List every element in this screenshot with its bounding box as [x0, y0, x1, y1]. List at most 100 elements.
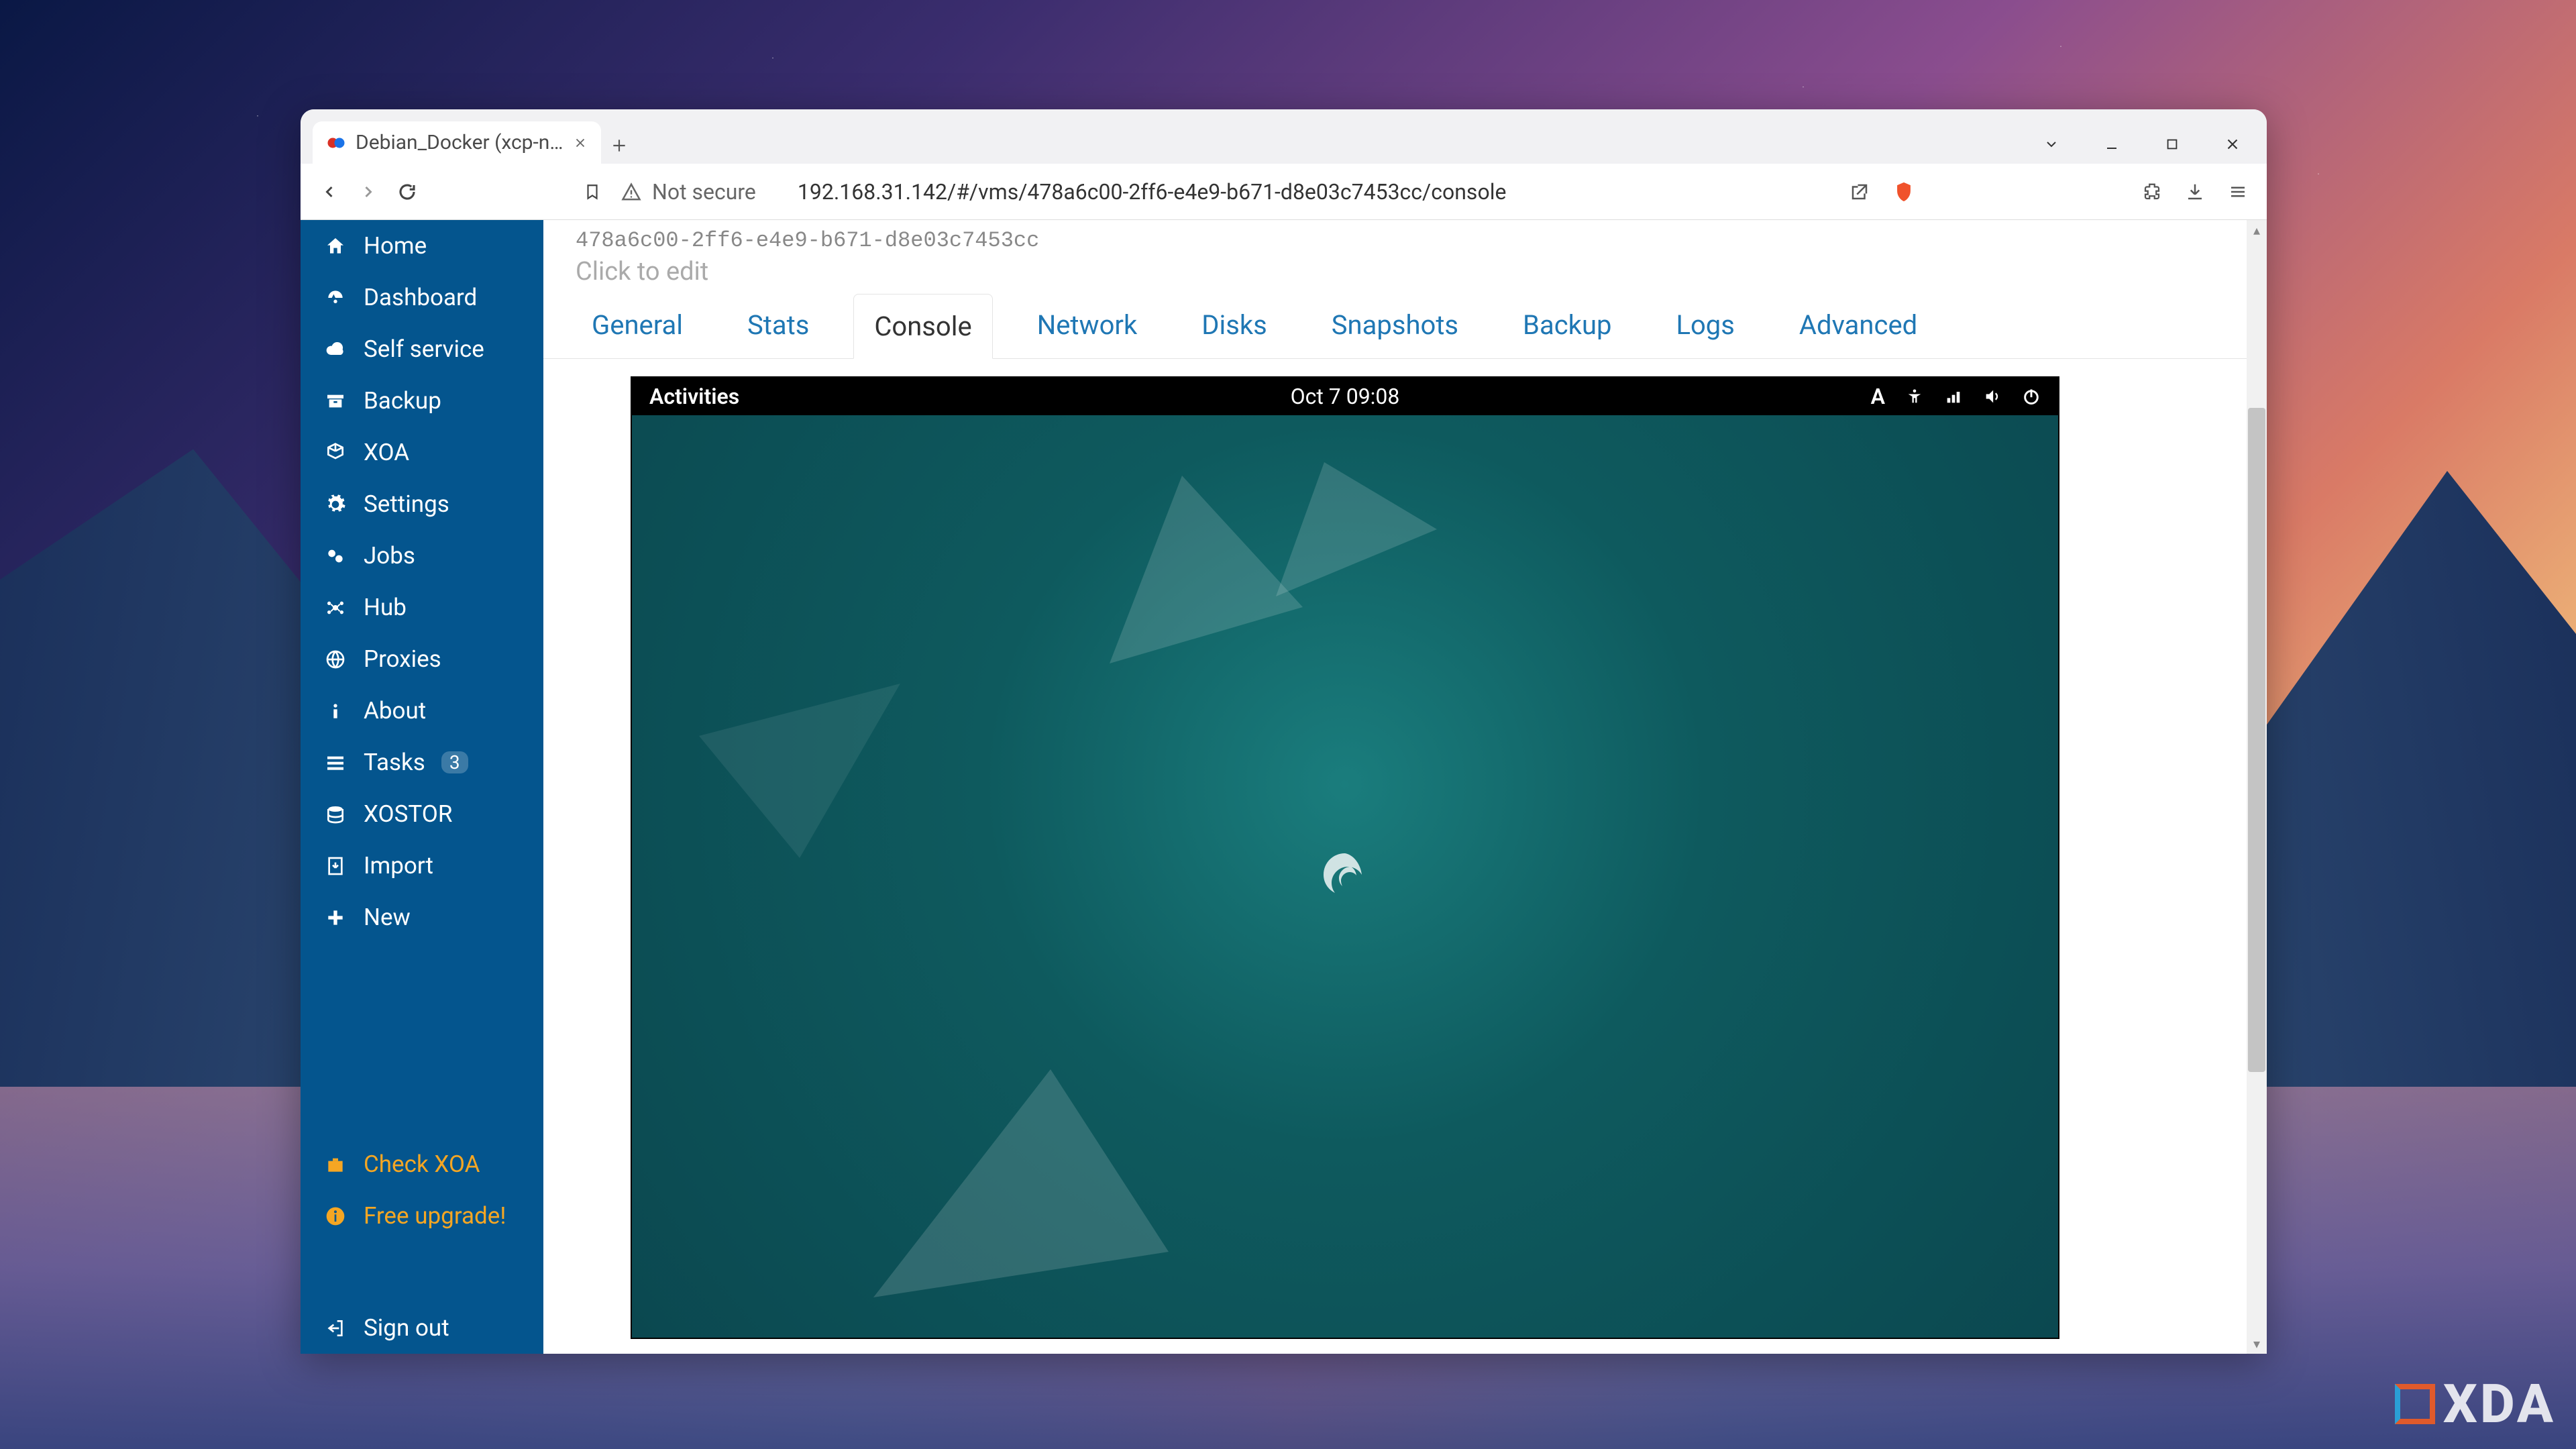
- downloads-icon[interactable]: [2185, 182, 2205, 202]
- maximize-icon[interactable]: [2162, 134, 2182, 154]
- sidebar-item-settings[interactable]: Settings: [301, 478, 543, 530]
- tab-advanced[interactable]: Advanced: [1779, 293, 1937, 358]
- console-wrap: Activities Oct 7 09:08 A: [543, 359, 2267, 1354]
- sidebar-item-label: Tasks: [364, 749, 425, 776]
- xda-logo-icon: [2395, 1384, 2435, 1424]
- cube-icon: [323, 442, 347, 464]
- sidebar-item-label: XOA: [364, 439, 409, 466]
- extensions-icon[interactable]: [2142, 182, 2162, 202]
- sidebar-item-jobs[interactable]: Jobs: [301, 530, 543, 582]
- tasks-icon: [323, 752, 347, 773]
- sidebar-item-label: Hub: [364, 594, 407, 621]
- brave-shield-icon[interactable]: [1892, 180, 1915, 203]
- info-icon: [323, 700, 347, 722]
- sidebar-item-label: Backup: [364, 387, 441, 415]
- desktop-wallpaper: Debian_Docker (xcp-ng-ckylhxs: [0, 0, 2576, 1449]
- sidebar-item-freeupgrade[interactable]: Free upgrade!: [301, 1190, 543, 1242]
- scrollbar-thumb[interactable]: [2248, 408, 2265, 1072]
- url-field[interactable]: Not secure 192.168.31.142/#/vms/478a6c00…: [621, 179, 1831, 205]
- tab-console[interactable]: Console: [853, 294, 992, 359]
- sidebar-item-signout[interactable]: Sign out: [301, 1302, 543, 1354]
- page-content: Home Dashboard Self service Backup XOA S…: [301, 220, 2267, 1354]
- sidebar-item-checkxoa[interactable]: Check XOA: [301, 1138, 543, 1190]
- xoa-sidebar: Home Dashboard Self service Backup XOA S…: [301, 220, 543, 1354]
- scrollbar[interactable]: ▴ ▾: [2247, 220, 2267, 1354]
- vm-tabs: General Stats Console Network Disks Snap…: [543, 293, 2267, 359]
- sidebar-item-selfservice[interactable]: Self service: [301, 323, 543, 375]
- bookmark-icon[interactable]: [582, 183, 602, 201]
- sidebar-item-label: Dashboard: [364, 284, 477, 311]
- tab-disks[interactable]: Disks: [1181, 293, 1287, 358]
- gnome-clock[interactable]: Oct 7 09:08: [1291, 384, 1400, 409]
- sidebar-item-xostor[interactable]: XOSTOR: [301, 788, 543, 840]
- network-icon[interactable]: [1944, 387, 1963, 406]
- home-icon: [323, 235, 347, 257]
- tab-favicon-icon: [326, 133, 346, 153]
- gear-icon: [323, 494, 347, 515]
- minimize-icon[interactable]: [2102, 134, 2122, 154]
- sidebar-item-import[interactable]: Import: [301, 840, 543, 892]
- new-tab-button[interactable]: [601, 127, 637, 164]
- close-window-icon[interactable]: [2222, 134, 2243, 154]
- keyboard-indicator[interactable]: A: [1871, 384, 1885, 409]
- briefcase-icon: [323, 1154, 347, 1175]
- sidebar-item-hub[interactable]: Hub: [301, 582, 543, 633]
- watermark-text: XDA: [2443, 1373, 2556, 1436]
- sidebar-item-xoa[interactable]: XOA: [301, 427, 543, 478]
- database-icon: [323, 804, 347, 825]
- volume-icon[interactable]: [1983, 387, 2002, 406]
- browser-titlebar: Debian_Docker (xcp-ng-ckylhxs: [301, 109, 2267, 164]
- sidebar-item-about[interactable]: About: [301, 685, 543, 737]
- share-icon[interactable]: [1849, 182, 1870, 202]
- forward-icon[interactable]: [358, 182, 378, 201]
- sidebar-item-proxies[interactable]: Proxies: [301, 633, 543, 685]
- sidebar-item-label: New: [364, 904, 411, 931]
- reload-icon[interactable]: [397, 182, 417, 202]
- info-filled-icon: [323, 1205, 347, 1227]
- sidebar-item-label: Import: [364, 852, 433, 879]
- dashboard-icon: [323, 287, 347, 309]
- browser-window: Debian_Docker (xcp-ng-ckylhxs: [301, 109, 2267, 1354]
- browser-addressbar: Not secure 192.168.31.142/#/vms/478a6c00…: [301, 164, 2267, 220]
- scroll-up-icon[interactable]: ▴: [2247, 220, 2267, 240]
- tab-logs[interactable]: Logs: [1656, 293, 1754, 358]
- sidebar-item-label: Check XOA: [364, 1150, 480, 1178]
- gnome-topbar: Activities Oct 7 09:08 A: [632, 378, 2058, 415]
- plus-icon: [323, 907, 347, 928]
- xda-watermark: XDA: [2395, 1373, 2556, 1436]
- tasks-badge: 3: [441, 751, 468, 773]
- import-icon: [323, 855, 347, 877]
- sidebar-item-dashboard[interactable]: Dashboard: [301, 272, 543, 323]
- tab-general[interactable]: General: [572, 293, 703, 358]
- vm-description[interactable]: Click to edit: [543, 253, 2267, 293]
- tab-network[interactable]: Network: [1017, 293, 1158, 358]
- back-icon[interactable]: [319, 182, 339, 201]
- tab-title: Debian_Docker (xcp-ng-ckylhxs: [356, 131, 564, 154]
- sidebar-item-label: Sign out: [364, 1314, 449, 1342]
- sidebar-item-label: Proxies: [364, 645, 441, 673]
- sidebar-item-backup[interactable]: Backup: [301, 375, 543, 427]
- sidebar-item-label: Jobs: [364, 542, 415, 570]
- sidebar-item-label: About: [364, 697, 426, 724]
- titlebar-controls: [2041, 134, 2267, 164]
- sidebar-item-label: Home: [364, 232, 427, 260]
- tab-snapshots[interactable]: Snapshots: [1311, 293, 1479, 358]
- tab-stats[interactable]: Stats: [727, 293, 829, 358]
- vm-uuid: 478a6c00-2ff6-e4e9-b671-d8e03c7453cc: [543, 220, 2267, 253]
- chevron-down-icon[interactable]: [2041, 134, 2061, 154]
- sidebar-item-new[interactable]: New: [301, 892, 543, 943]
- menu-icon[interactable]: [2228, 182, 2248, 202]
- close-tab-icon[interactable]: [573, 136, 588, 150]
- vm-console[interactable]: Activities Oct 7 09:08 A: [631, 376, 2059, 1339]
- main-panel: 478a6c00-2ff6-e4e9-b671-d8e03c7453cc Cli…: [543, 220, 2267, 1354]
- globe-icon: [323, 649, 347, 670]
- tab-backup[interactable]: Backup: [1503, 293, 1631, 358]
- sidebar-item-label: XOSTOR: [364, 800, 452, 828]
- browser-tab-active[interactable]: Debian_Docker (xcp-ng-ckylhxs: [313, 121, 601, 164]
- gnome-activities[interactable]: Activities: [649, 384, 739, 409]
- sidebar-item-home[interactable]: Home: [301, 220, 543, 272]
- power-icon[interactable]: [2022, 387, 2041, 406]
- sidebar-item-tasks[interactable]: Tasks 3: [301, 737, 543, 788]
- scroll-down-icon[interactable]: ▾: [2247, 1334, 2267, 1354]
- accessibility-icon[interactable]: [1905, 387, 1924, 406]
